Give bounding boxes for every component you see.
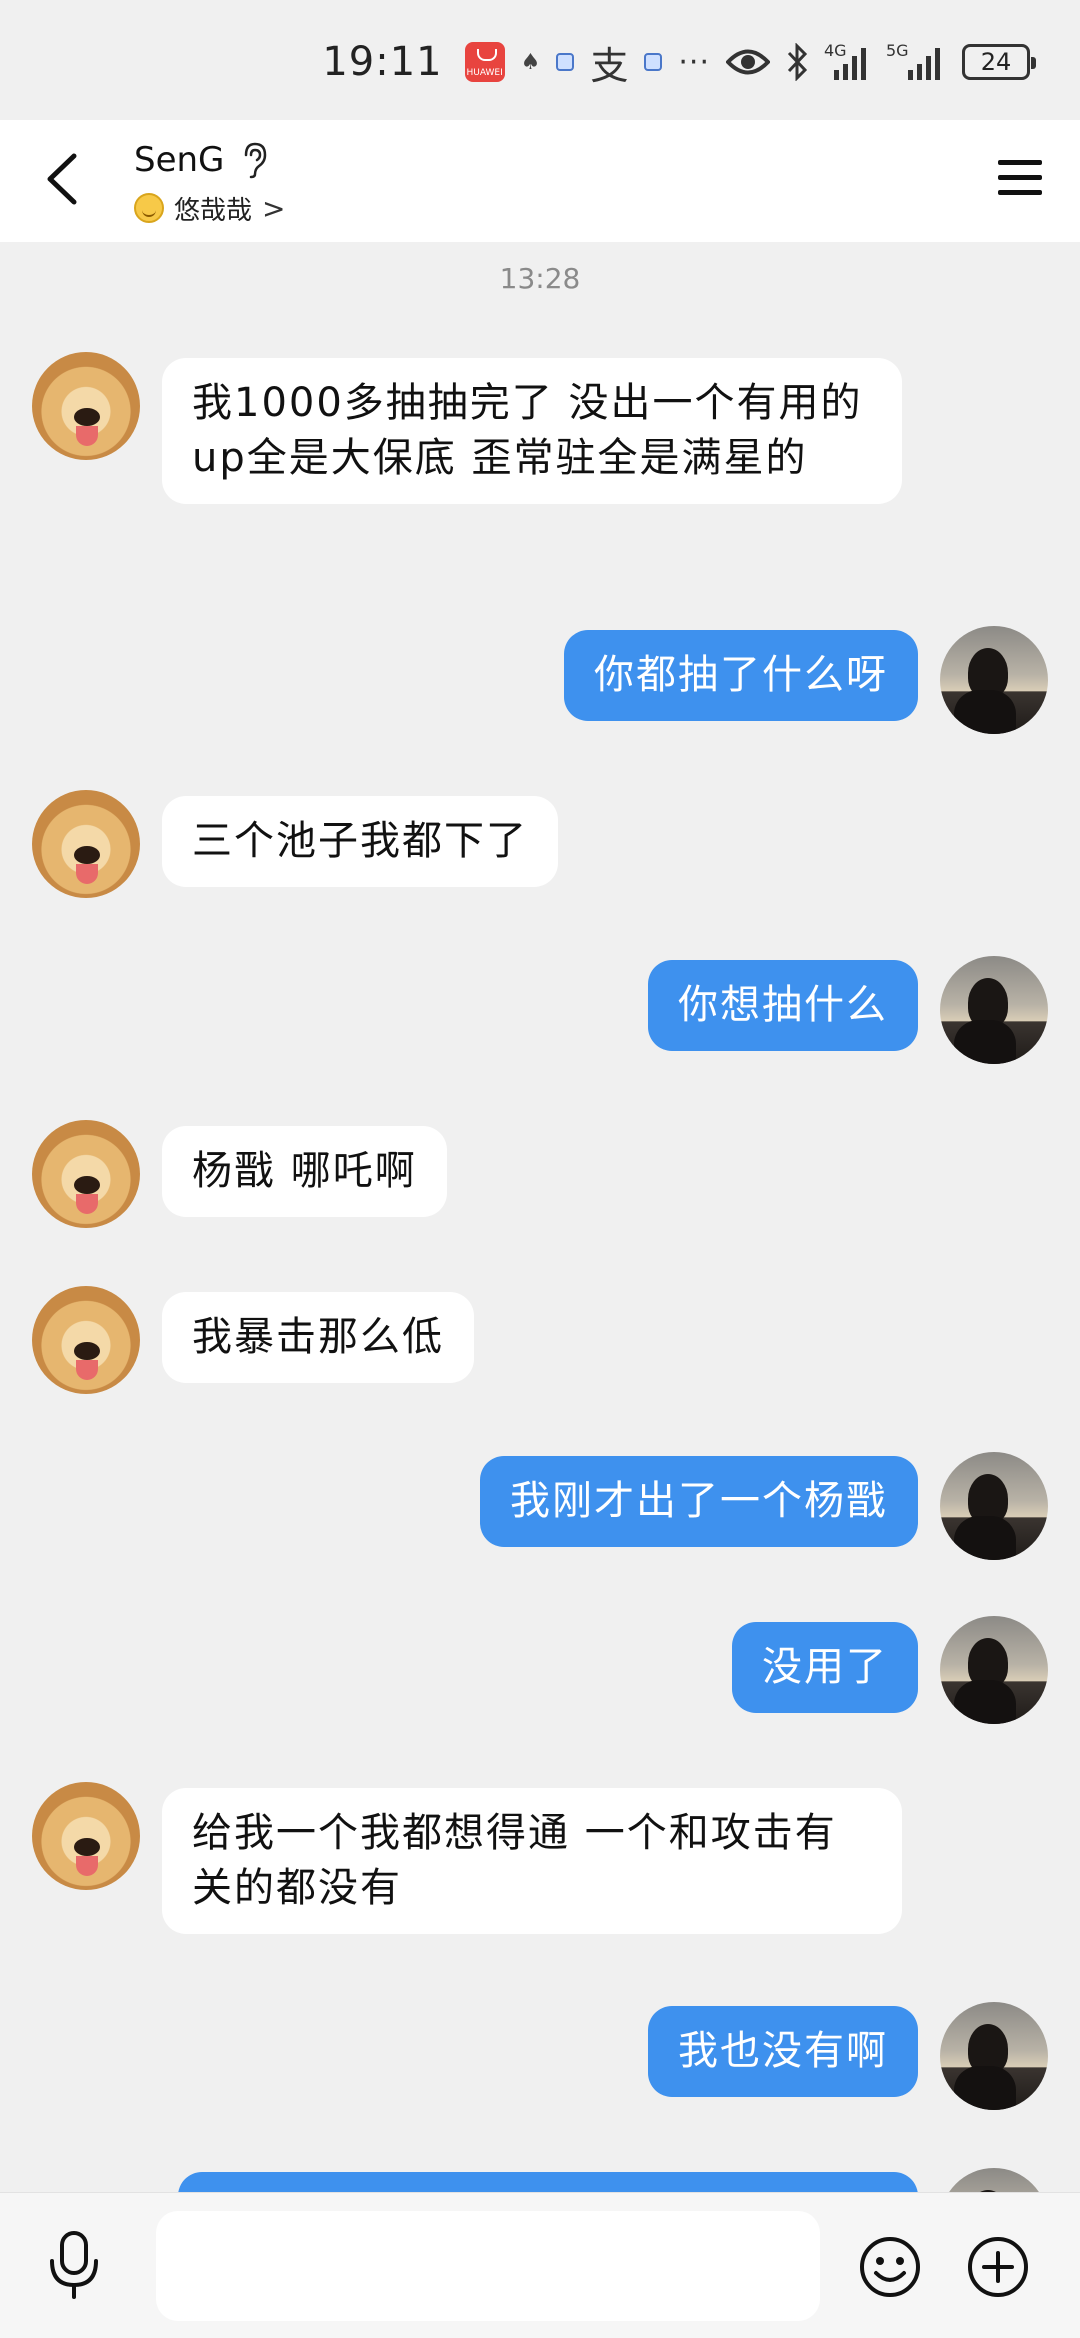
my-avatar[interactable] bbox=[940, 956, 1048, 1064]
eye-icon bbox=[726, 47, 770, 77]
message-bubble-incoming[interactable]: 给我一个我都想得通 一个和攻击有关的都没有 bbox=[162, 1788, 902, 1934]
microphone-icon bbox=[50, 2231, 98, 2299]
ear-icon bbox=[245, 142, 267, 179]
message-bubble-incoming[interactable]: 三个池子我都下了 bbox=[162, 796, 558, 887]
my-avatar[interactable] bbox=[940, 2002, 1048, 2110]
chat-header: SenG 悠哉哉 > bbox=[0, 120, 1080, 242]
message-bubble-incoming[interactable]: 我暴击那么低 bbox=[162, 1292, 474, 1383]
add-attachment-button[interactable] bbox=[966, 2235, 1030, 2299]
my-avatar[interactable] bbox=[940, 626, 1048, 734]
status-bar: 19:11 HUAWEI ♠ 支 ··· 4G 5G 24 bbox=[0, 0, 1080, 120]
menu-button[interactable] bbox=[992, 150, 1048, 206]
contact-avatar[interactable] bbox=[32, 1120, 140, 1228]
message-timestamp: 13:28 bbox=[499, 262, 581, 295]
contact-avatar[interactable] bbox=[32, 1286, 140, 1394]
alipay-icon: 支 bbox=[590, 43, 629, 88]
contact-avatar[interactable] bbox=[32, 352, 140, 460]
contact-avatar[interactable] bbox=[32, 790, 140, 898]
notification-app-icon-2 bbox=[644, 53, 663, 71]
plus-icon bbox=[968, 2237, 1028, 2297]
message-bubble-outgoing[interactable]: 我也没有啊 bbox=[648, 2006, 918, 2097]
signal-5g-icon: 5G bbox=[886, 42, 946, 82]
my-avatar[interactable] bbox=[940, 2168, 1048, 2192]
message-bubble-outgoing[interactable]: 我刚才出了一个杨戬 bbox=[480, 1456, 918, 1547]
contact-status[interactable]: 悠哉哉 > bbox=[134, 188, 285, 228]
more-notifications-icon: ··· bbox=[678, 44, 710, 80]
huawei-app-icon: HUAWEI bbox=[464, 42, 505, 82]
message-input[interactable] bbox=[156, 2211, 820, 2321]
notification-dot-icon: ♠ bbox=[520, 49, 541, 75]
contact-avatar[interactable] bbox=[32, 1782, 140, 1890]
message-list[interactable]: 13:28 我1000多抽抽完了 没出一个有用的 up全是大保底 歪常驻全是满星… bbox=[0, 242, 1080, 2192]
message-bubble-incoming[interactable]: 我1000多抽抽完了 没出一个有用的 up全是大保底 歪常驻全是满星的 bbox=[162, 358, 902, 504]
input-bar bbox=[0, 2192, 1080, 2338]
back-button[interactable] bbox=[36, 144, 96, 214]
contact-name: SenG bbox=[134, 140, 225, 180]
emoji-button[interactable] bbox=[858, 2235, 922, 2299]
relaxed-emoji-icon bbox=[134, 193, 164, 223]
status-bar-right: 19:11 HUAWEI ♠ 支 ··· 4G 5G 24 bbox=[322, 34, 1036, 90]
status-time: 19:11 bbox=[322, 39, 443, 85]
contact-status-text: 悠哉哉 bbox=[174, 195, 253, 226]
my-avatar[interactable] bbox=[940, 1616, 1048, 1724]
message-bubble-outgoing[interactable]: 你都抽了什么呀 bbox=[564, 630, 918, 721]
network-4g-label: 4G bbox=[824, 42, 847, 60]
menu-icon bbox=[998, 160, 1042, 195]
contact-info[interactable]: SenG 悠哉哉 > bbox=[134, 136, 285, 228]
voice-button[interactable] bbox=[42, 2229, 106, 2301]
battery-icon: 24 bbox=[962, 44, 1036, 80]
back-arrow-icon bbox=[47, 153, 77, 205]
message-bubble-incoming[interactable]: 杨戬 哪吒啊 bbox=[162, 1126, 447, 1217]
chevron-right-icon: > bbox=[262, 191, 286, 225]
emoji-icon bbox=[860, 2237, 920, 2297]
my-avatar[interactable] bbox=[940, 1452, 1048, 1560]
signal-4g-icon: 4G bbox=[824, 42, 870, 82]
bluetooth-icon bbox=[786, 43, 808, 81]
message-bubble-outgoing[interactable]: 没用了 bbox=[732, 1622, 918, 1713]
message-bubble-outgoing[interactable]: 你想抽什么 bbox=[648, 960, 918, 1051]
notification-app-icon bbox=[556, 53, 575, 71]
network-5g-label: 5G bbox=[886, 42, 909, 60]
message-bubble-outgoing[interactable] bbox=[178, 2172, 918, 2192]
